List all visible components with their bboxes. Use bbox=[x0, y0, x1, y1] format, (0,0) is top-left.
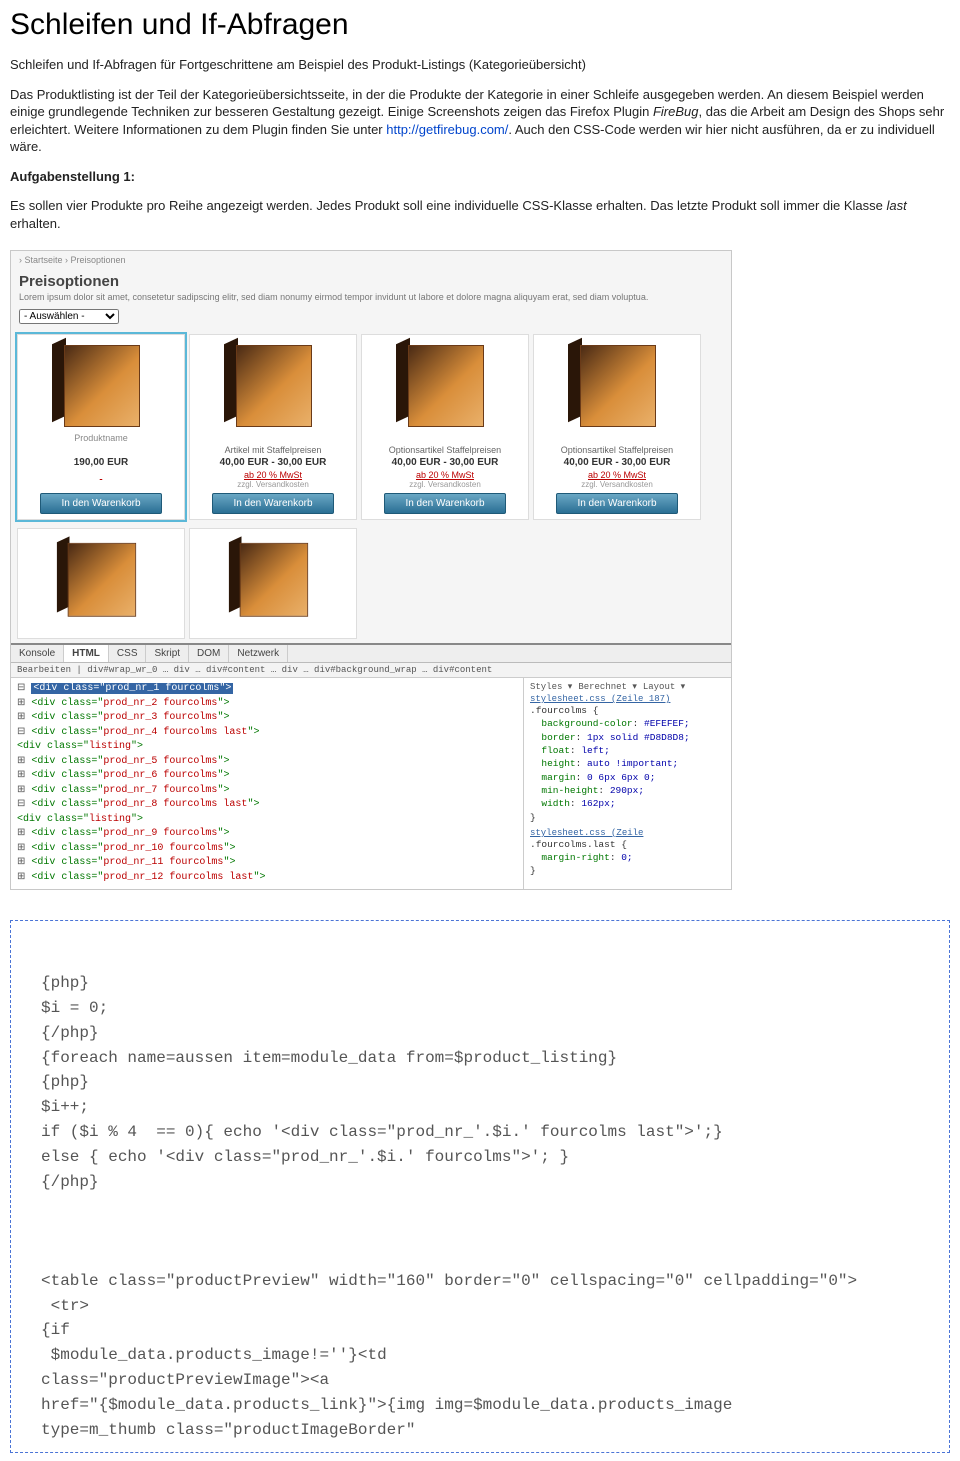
style-tab[interactable]: Styles ▾ bbox=[530, 682, 572, 692]
product-save: ab 20 % MwSt bbox=[365, 470, 525, 480]
css-rule: background-color: #EFEFEF; bbox=[530, 717, 725, 730]
html-tree-line[interactable]: ⊞ <div class="prod_nr_6 fourcolms"> bbox=[17, 769, 517, 784]
main-paragraph: Das Produktlisting ist der Teil der Kate… bbox=[10, 86, 950, 156]
intro-line: Schleifen und If-Abfragen für Fortgeschr… bbox=[10, 56, 950, 74]
task-text: Es sollen vier Produkte pro Reihe angeze… bbox=[10, 197, 950, 232]
product-save: ab 20 % MwSt bbox=[537, 470, 697, 480]
html-tree-line[interactable]: ⊟ <div class="prod_nr_4 fourcolms last"> bbox=[17, 726, 517, 741]
css-close: } bbox=[530, 811, 725, 824]
add-to-cart-button[interactable]: In den Warenkorb bbox=[384, 493, 506, 514]
product-save bbox=[21, 470, 181, 480]
html-tree-line[interactable]: ⊟ <div class="prod_nr_1 fourcolms"> bbox=[17, 682, 517, 697]
product-price: 40,00 EUR - 30,00 EUR bbox=[193, 457, 353, 468]
product-card: Artikel mit Staffelpreisen 40,00 EUR - 30… bbox=[189, 334, 357, 520]
html-tree-line[interactable]: ⊞ <div class="prod_nr_3 fourcolms"> bbox=[17, 711, 517, 726]
html-tree-line[interactable]: <div class="listing"> bbox=[17, 740, 517, 755]
product-title bbox=[537, 433, 697, 443]
product-name: Optionsartikel Staffelpreisen bbox=[365, 445, 525, 455]
firebug-styles: Styles ▾ Berechnet ▾ Layout ▾ stylesheet.c… bbox=[523, 678, 731, 889]
product-info: zzgl. Versandkosten bbox=[365, 480, 525, 489]
css-rule: height: auto !important; bbox=[530, 757, 725, 770]
product-card: Produktname 190,00 EUR In den Warenkorb bbox=[17, 334, 185, 520]
html-tree-line[interactable]: ⊞ <div class="prod_nr_5 fourcolms"> bbox=[17, 755, 517, 770]
firebug-tab[interactable]: Konsole bbox=[11, 645, 64, 662]
firebug-crumb: Bearbeiten | div#wrap_wr_0 … div … div#c… bbox=[11, 663, 731, 678]
css-rule: margin: 0 6px 6px 0; bbox=[530, 771, 725, 784]
product-info: zzgl. Versandkosten bbox=[537, 480, 697, 489]
css-rule: border: 1px solid #D8D8D8; bbox=[530, 731, 725, 744]
product-image bbox=[218, 339, 328, 429]
product-info: zzgl. Versandkosten bbox=[193, 480, 353, 489]
product-card bbox=[17, 528, 185, 639]
product-name bbox=[21, 445, 181, 455]
product-image bbox=[562, 339, 672, 429]
product-row-2 bbox=[11, 524, 731, 643]
product-info bbox=[21, 480, 181, 489]
add-to-cart-button[interactable]: In den Warenkorb bbox=[40, 493, 162, 514]
product-title: Produktname bbox=[21, 433, 181, 443]
product-card: Optionsartikel Staffelpreisen 40,00 EUR -… bbox=[533, 334, 701, 520]
firebug-panel: KonsoleHTMLCSSSkriptDOMNetzwerk Bearbeit… bbox=[11, 643, 731, 889]
product-price: 40,00 EUR - 30,00 EUR bbox=[537, 457, 697, 468]
style-tab[interactable]: Berechnet ▾ bbox=[578, 682, 637, 692]
css-file-link[interactable]: stylesheet.css (Zeile bbox=[530, 828, 725, 838]
task-text-1: Es sollen vier Produkte pro Reihe angeze… bbox=[10, 198, 887, 213]
html-tree-line[interactable]: <div class="listing"> bbox=[17, 813, 517, 828]
html-tree-line[interactable]: ⊞ <div class="prod_nr_7 fourcolms"> bbox=[17, 784, 517, 799]
css-rule: float: left; bbox=[530, 744, 725, 757]
css-rule: margin-right: 0; bbox=[530, 851, 725, 864]
task-text-2: erhalten. bbox=[10, 216, 61, 231]
firebug-tab[interactable]: DOM bbox=[189, 645, 229, 662]
html-tree-line[interactable]: ⊞ <div class="prod_nr_2 fourcolms"> bbox=[17, 697, 517, 712]
style-tab[interactable]: Layout ▾ bbox=[643, 682, 685, 692]
product-row-1: Produktname 190,00 EUR In den Warenkorb … bbox=[11, 330, 731, 524]
product-card: Optionsartikel Staffelpreisen 40,00 EUR -… bbox=[361, 334, 529, 520]
firebug-tab[interactable]: Netzwerk bbox=[229, 645, 288, 662]
firebug-name: FireBug bbox=[653, 104, 699, 119]
css-file-link[interactable]: stylesheet.css (Zeile 187) bbox=[530, 694, 725, 704]
firebug-body: ⊟ <div class="prod_nr_1 fourcolms">⊞ <di… bbox=[11, 678, 731, 889]
html-tree-line[interactable]: ⊞ <div class="prod_nr_10 fourcolms"> bbox=[17, 842, 517, 857]
product-image bbox=[224, 538, 323, 619]
css-rule: width: 162px; bbox=[530, 797, 725, 810]
product-save: ab 20 % MwSt bbox=[193, 470, 353, 480]
firebug-tab[interactable]: Skript bbox=[146, 645, 189, 662]
css-selector: .fourcolms.last { bbox=[530, 838, 725, 851]
screenshot-heading: Preisoptionen bbox=[11, 269, 731, 292]
css-close: } bbox=[530, 864, 725, 877]
product-image bbox=[46, 339, 156, 429]
product-price: 40,00 EUR - 30,00 EUR bbox=[365, 457, 525, 468]
page-title: Schleifen und If-Abfragen bbox=[10, 8, 950, 42]
html-tree-line[interactable]: ⊞ <div class="prod_nr_12 fourcolms last"… bbox=[17, 871, 517, 886]
firebug-tabs: KonsoleHTMLCSSSkriptDOMNetzwerk bbox=[11, 645, 731, 663]
css-selector: .fourcolms { bbox=[530, 704, 725, 717]
css-rule: min-height: 290px; bbox=[530, 784, 725, 797]
screenshot-select[interactable]: - Auswählen - bbox=[19, 309, 119, 324]
product-name: Artikel mit Staffelpreisen bbox=[193, 445, 353, 455]
product-image bbox=[52, 538, 151, 619]
code-block: {php} $i = 0; {/php} {foreach name=ausse… bbox=[10, 920, 950, 1453]
task-label: Aufgabenstellung 1: bbox=[10, 168, 950, 186]
product-price: 190,00 EUR bbox=[21, 457, 181, 468]
product-card bbox=[189, 528, 357, 639]
add-to-cart-button[interactable]: In den Warenkorb bbox=[212, 493, 334, 514]
firebug-tab[interactable]: HTML bbox=[64, 645, 109, 662]
product-name: Optionsartikel Staffelpreisen bbox=[537, 445, 697, 455]
firebug-tab[interactable]: CSS bbox=[109, 645, 147, 662]
html-tree-line[interactable]: ⊞ <div class="prod_nr_11 fourcolms"> bbox=[17, 856, 517, 871]
firebug-link[interactable]: http://getfirebug.com/ bbox=[386, 122, 508, 137]
product-title bbox=[365, 433, 525, 443]
screenshot-lorem: Lorem ipsum dolor sit amet, consetetur s… bbox=[11, 292, 731, 309]
add-to-cart-button[interactable]: In den Warenkorb bbox=[556, 493, 678, 514]
product-image bbox=[390, 339, 500, 429]
screenshot-window: › Startseite › Preisoptionen Preisoption… bbox=[10, 250, 732, 890]
firebug-html-tree: ⊟ <div class="prod_nr_1 fourcolms">⊞ <di… bbox=[11, 678, 523, 889]
screenshot: › Startseite › Preisoptionen Preisoption… bbox=[10, 250, 950, 890]
product-title bbox=[193, 433, 353, 443]
breadcrumb: › Startseite › Preisoptionen bbox=[11, 251, 731, 269]
html-tree-line[interactable]: ⊞ <div class="prod_nr_9 fourcolms"> bbox=[17, 827, 517, 842]
firebug-right-tabs: Styles ▾ Berechnet ▾ Layout ▾ bbox=[530, 682, 725, 692]
html-tree-line[interactable]: ⊟ <div class="prod_nr_8 fourcolms last"> bbox=[17, 798, 517, 813]
task-last-class: last bbox=[887, 198, 907, 213]
